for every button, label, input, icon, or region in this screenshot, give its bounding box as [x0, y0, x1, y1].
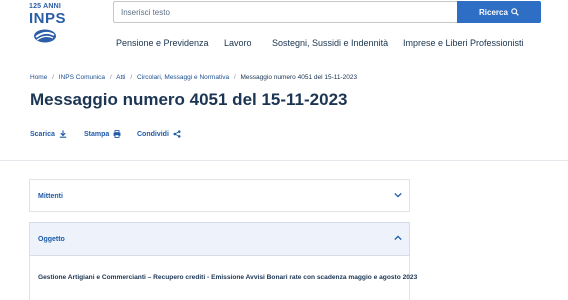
breadcrumb-current: Messaggio numero 4051 del 15-11-2023 — [240, 74, 358, 81]
breadcrumb-separator: / — [52, 74, 54, 81]
breadcrumb-separator: / — [233, 74, 236, 81]
accordion-oggetto[interactable]: Oggetto — [29, 222, 410, 256]
search-input[interactable] — [113, 1, 457, 23]
search-bar: Ricerca — [113, 1, 541, 23]
breadcrumb-link-circolari[interactable]: Circolari, Messaggi e Normativa — [137, 74, 229, 81]
download-icon — [59, 130, 67, 138]
page-title: Messaggio numero 4051 del 15-11-2023 — [30, 90, 348, 109]
nav-item-lavoro[interactable]: Lavoro — [224, 38, 252, 48]
main-navigation: Pensione e Previdenza Lavoro Sostegni, S… — [0, 38, 568, 50]
logo-wordmark: INPS — [29, 10, 67, 27]
nav-item-pensione[interactable]: Pensione e Previdenza — [116, 38, 209, 48]
share-icon — [173, 130, 181, 138]
breadcrumb: Home / INPS Comunica / Atti / Circolari,… — [30, 74, 357, 81]
nav-item-imprese[interactable]: Imprese e Liberi Professionisti — [403, 38, 524, 48]
accordion-mittenti[interactable]: Mittenti — [29, 179, 410, 212]
accordion-mittenti-label: Mittenti — [38, 193, 63, 200]
accordion-oggetto-label: Oggetto — [38, 236, 65, 243]
breadcrumb-link-home[interactable]: Home — [30, 74, 47, 81]
print-label: Stampa — [84, 130, 110, 138]
search-icon — [511, 8, 519, 16]
accordion-oggetto-content: Gestione Artigiani e Commercianti – Recu… — [29, 256, 417, 300]
logo-anniversary-text: 125 ANNI — [29, 3, 62, 10]
download-button[interactable]: Scarica — [30, 130, 67, 138]
breadcrumb-link-atti[interactable]: Atti — [116, 74, 125, 81]
oggetto-text: Gestione Artigiani e Commercianti – Recu… — [38, 274, 418, 281]
site-header: 125 ANNI INPS Ricerca Pensione e Previde… — [0, 0, 568, 66]
breadcrumb-separator: / — [109, 74, 112, 81]
download-label: Scarica — [30, 130, 55, 138]
breadcrumb-separator: / — [130, 74, 133, 81]
nav-item-sostegni[interactable]: Sostegni, Sussidi e Indennità — [272, 38, 388, 48]
share-label: Condividi — [137, 130, 169, 138]
chevron-up-icon — [394, 235, 402, 241]
print-button[interactable]: Stampa — [84, 130, 121, 138]
share-button[interactable]: Condividi — [137, 130, 181, 138]
search-button-label: Ricerca — [479, 7, 508, 17]
breadcrumb-link-inps-comunica[interactable]: INPS Comunica — [59, 74, 105, 81]
printer-icon — [113, 130, 121, 138]
chevron-down-icon — [394, 192, 402, 198]
search-button[interactable]: Ricerca — [457, 1, 541, 23]
